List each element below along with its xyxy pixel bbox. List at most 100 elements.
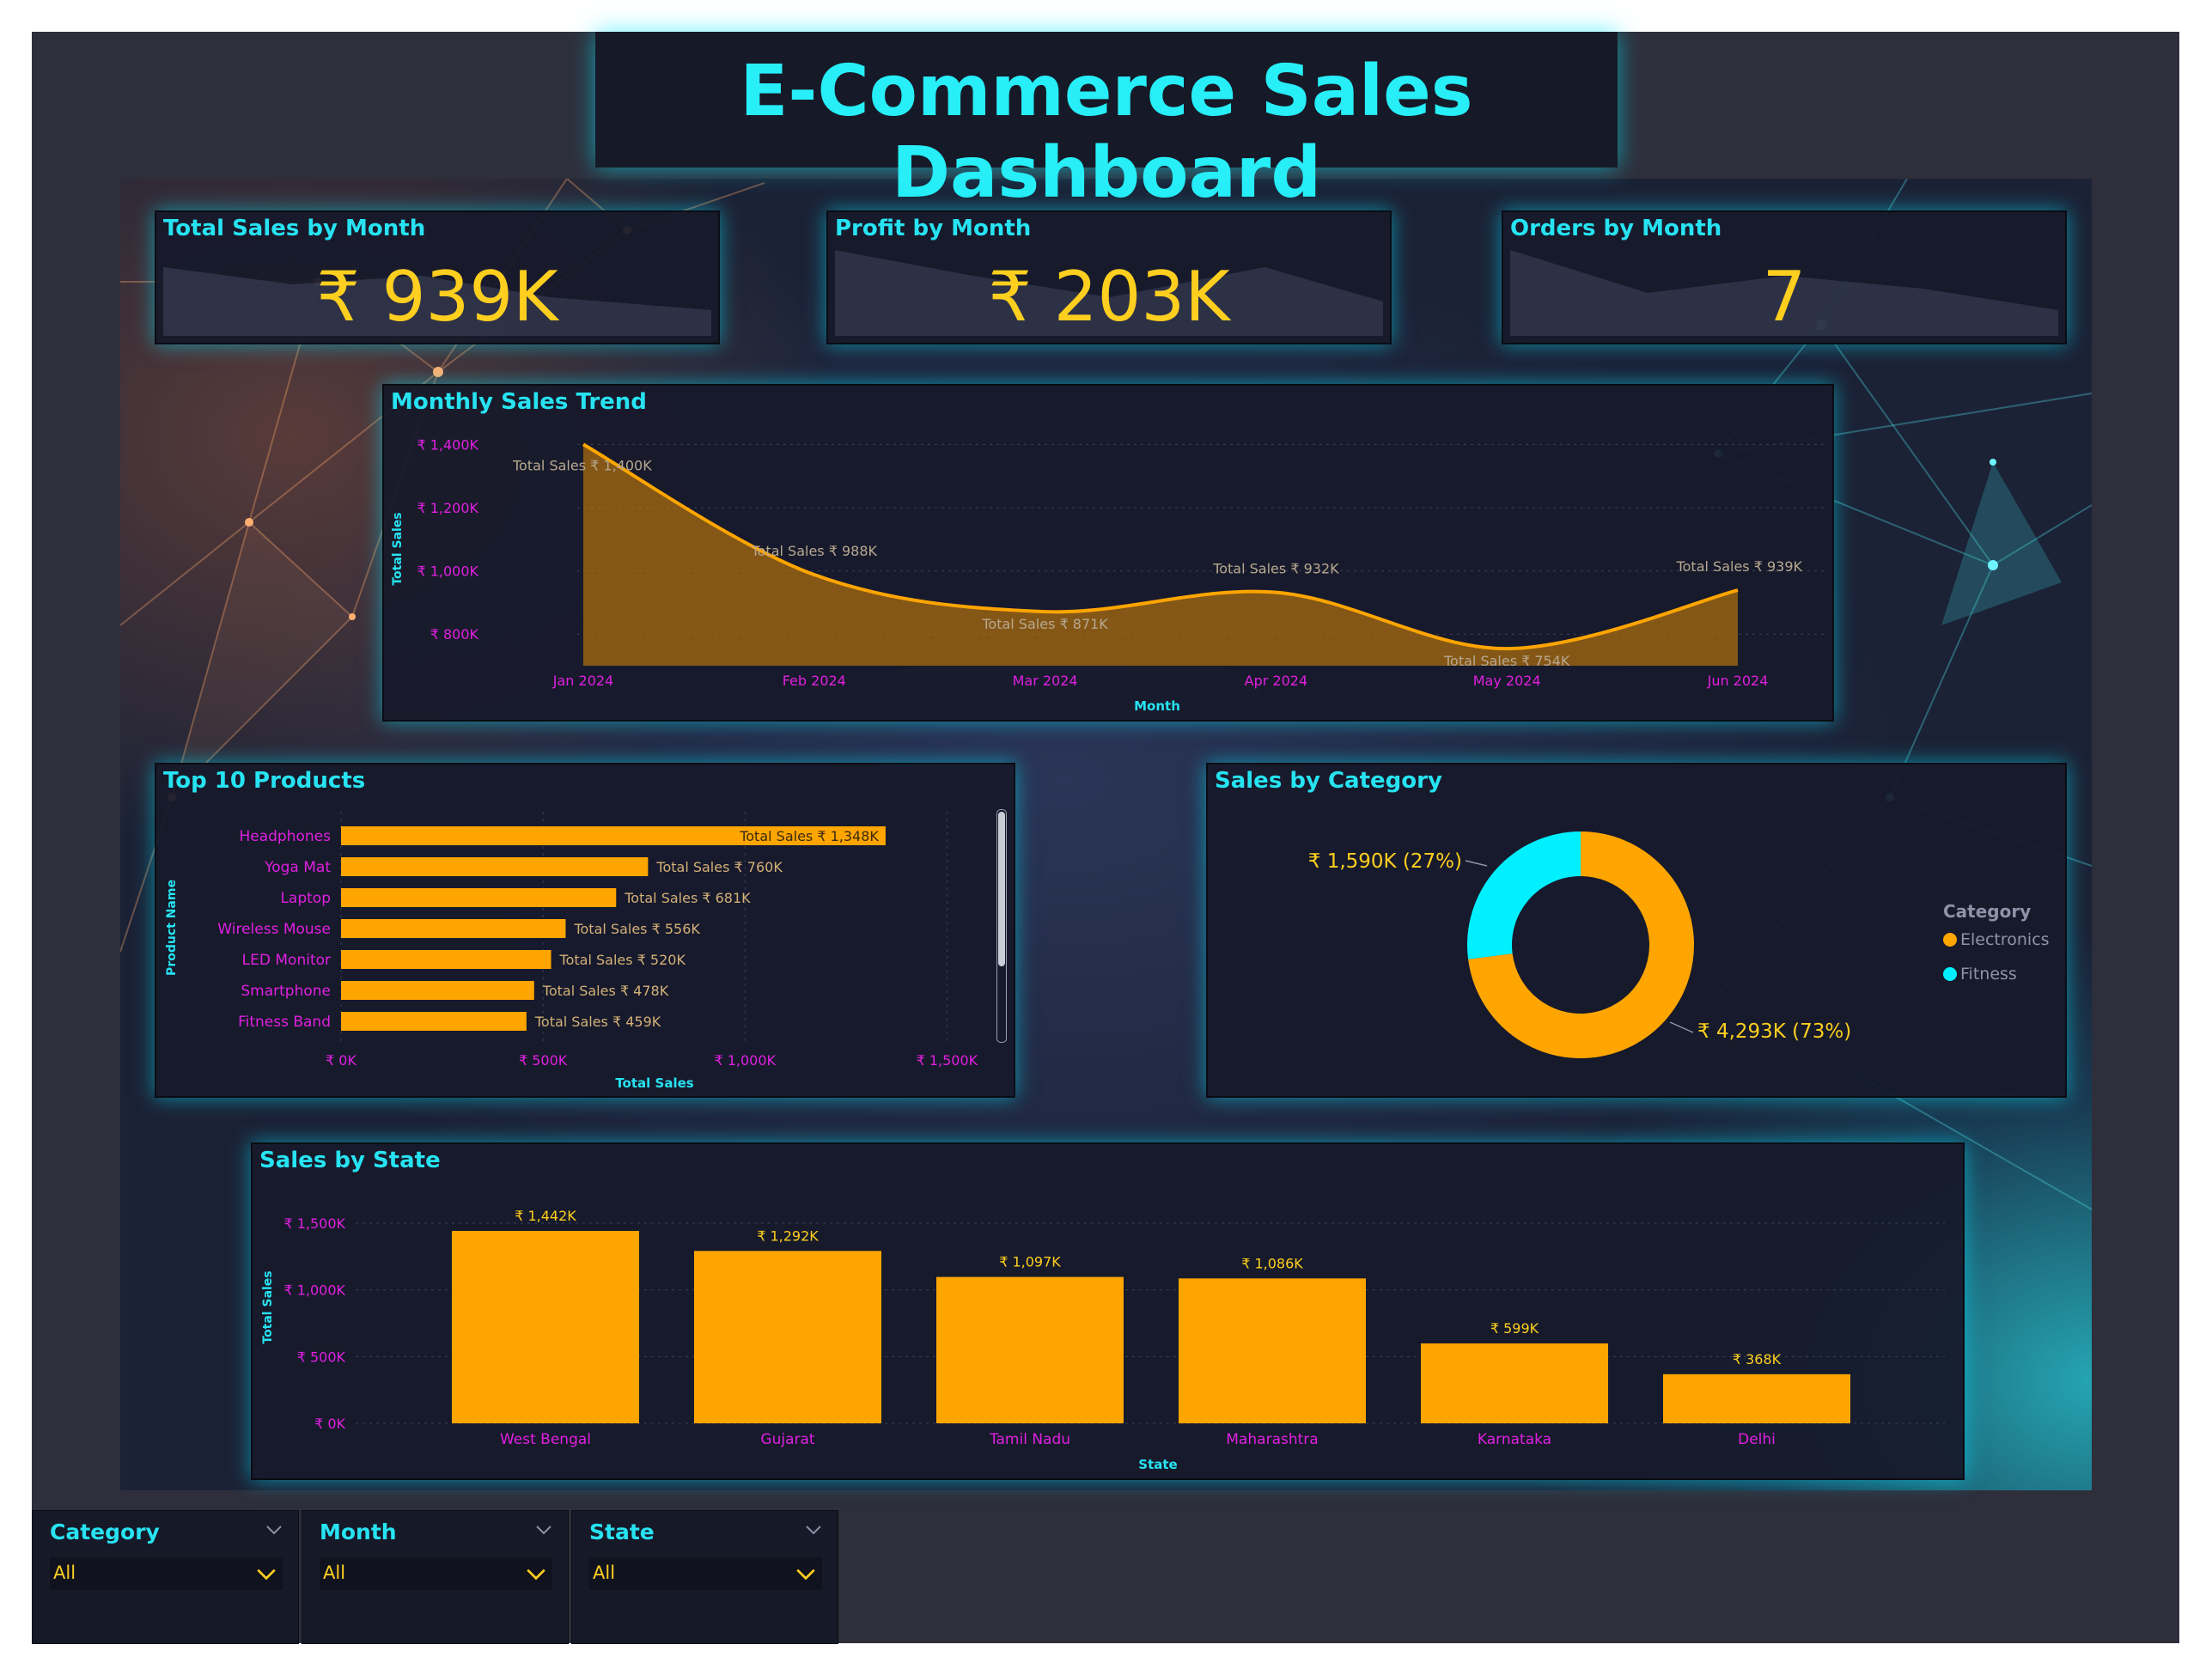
x-tick-label: Delhi: [1738, 1431, 1776, 1448]
data-label: Total Sales ₹ 478K: [542, 983, 669, 999]
sales-by-state-panel[interactable]: Sales by State ₹ 0K ₹ 500K ₹ 1,000K ₹ 1,500…: [251, 1142, 1965, 1480]
y-tick-label: ₹ 1,200K: [417, 500, 478, 516]
y-tick-label: ₹ 1,000K: [417, 563, 478, 580]
chevron-down-icon[interactable]: [795, 1562, 817, 1585]
bar: [341, 950, 551, 969]
slicer-dropdown[interactable]: All: [320, 1557, 552, 1590]
x-axis-title: State: [1138, 1457, 1177, 1472]
slicer-category[interactable]: Category All: [32, 1510, 299, 1644]
data-label: Total Sales ₹ 681K: [624, 890, 751, 906]
bar: [341, 888, 617, 907]
x-tick-label: ₹ 500K: [519, 1052, 568, 1069]
y-tick-label: Smartphone: [241, 983, 331, 1000]
data-label: Total Sales ₹ 459K: [534, 1014, 661, 1030]
slicer-value: All: [593, 1562, 616, 1583]
legend-marker: [1943, 933, 1957, 947]
legend-label: Fitness: [1960, 965, 2017, 984]
data-label: Total Sales ₹ 988K: [751, 543, 878, 559]
data-label: Total Sales ₹ 556K: [573, 921, 700, 937]
sales-by-category-panel[interactable]: Sales by Category ₹ 4,293K (73%) ₹ 1,590K…: [1206, 763, 2067, 1098]
slicer-dropdown[interactable]: All: [589, 1557, 822, 1590]
legend-marker: [1943, 967, 1957, 981]
x-tick-label: Maharashtra: [1226, 1431, 1318, 1448]
data-label: ₹ 368K: [1733, 1351, 1782, 1367]
y-tick-label: ₹ 1,000K: [283, 1282, 345, 1299]
slicer-label: Month: [320, 1520, 397, 1544]
dashboard-title-box: E-Commerce Sales Dashboard: [595, 32, 1618, 214]
x-tick-label: Tamil Nadu: [989, 1431, 1070, 1448]
data-label: ₹ 1,590K (27%): [1308, 850, 1462, 873]
data-label: ₹ 1,292K: [757, 1227, 819, 1244]
monthly-sales-trend-panel[interactable]: Monthly Sales Trend ₹ 800K ₹ 1,000K ₹ 1,20…: [382, 384, 1834, 722]
bar: [1179, 1278, 1366, 1423]
kpi-value: ₹ 203K: [988, 257, 1230, 337]
x-tick-label: Jun 2024: [1707, 673, 1769, 689]
kpi-card-orders[interactable]: Orders by Month 7: [1502, 210, 2067, 344]
kpi-card-profit[interactable]: Profit by Month ₹ 203K: [826, 210, 1392, 344]
chevron-down-icon[interactable]: [803, 1520, 824, 1540]
y-axis-title: Product Name: [165, 880, 179, 976]
chevron-down-icon[interactable]: [264, 1520, 284, 1540]
y-tick-label: Fitness Band: [238, 1014, 331, 1031]
y-tick-label: ₹ 500K: [297, 1349, 346, 1365]
x-tick-label: Karnataka: [1478, 1431, 1551, 1448]
legend-label: Electronics: [1960, 930, 2050, 949]
data-label: Total Sales ₹ 520K: [559, 952, 686, 968]
data-label: ₹ 1,097K: [999, 1254, 1061, 1270]
y-tick-label: Laptop: [280, 890, 331, 907]
bar: [1663, 1374, 1850, 1423]
y-tick-label: Wireless Mouse: [217, 921, 331, 938]
x-tick-label: ₹ 0K: [326, 1052, 356, 1069]
chevron-down-icon[interactable]: [533, 1520, 554, 1540]
x-tick-label: Apr 2024: [1245, 673, 1307, 689]
legend-title: Category: [1943, 901, 2031, 922]
scrollbar[interactable]: [996, 809, 1007, 1043]
y-axis-title: Total Sales: [391, 512, 405, 585]
top-products-chart: ₹ 0K ₹ 500K ₹ 1,000K ₹ 1,500K Headphones Tota…: [165, 812, 978, 1091]
page-title: E-Commerce Sales Dashboard: [740, 51, 1473, 214]
x-axis-title: Month: [1134, 698, 1180, 714]
kpi-card-total-sales[interactable]: Total Sales by Month ₹ 939K: [155, 210, 720, 344]
y-axis-title: Total Sales: [261, 1270, 275, 1343]
data-label: Total Sales ₹ 939K: [1676, 558, 1803, 575]
y-tick-label: ₹ 1,500K: [283, 1215, 345, 1232]
x-tick-label: West Bengal: [500, 1431, 591, 1448]
slicer-label: Category: [50, 1520, 160, 1544]
y-tick-label: ₹ 0K: [314, 1416, 345, 1432]
data-label: Total Sales ₹ 754K: [1443, 653, 1570, 669]
y-tick-label: LED Monitor: [242, 952, 331, 969]
kpi-value: ₹ 939K: [316, 257, 558, 337]
data-label: ₹ 599K: [1490, 1320, 1539, 1337]
x-tick-label: ₹ 1,500K: [917, 1052, 978, 1069]
x-tick-label: May 2024: [1473, 673, 1541, 689]
data-label: Total Sales ₹ 932K: [1212, 561, 1339, 577]
chevron-down-icon[interactable]: [525, 1562, 547, 1585]
x-tick-label: ₹ 1,000K: [714, 1052, 776, 1069]
data-label: Total Sales ₹ 760K: [655, 859, 783, 875]
y-tick-label: ₹ 800K: [430, 626, 479, 643]
leader-line: [1669, 1021, 1694, 1033]
x-tick-label: Gujarat: [760, 1431, 814, 1448]
top-products-panel[interactable]: Top 10 Products ₹ 0K ₹ 500K ₹ 1,000K ₹ 1,50…: [155, 763, 1015, 1098]
sales-by-category-chart: ₹ 4,293K (73%) ₹ 1,590K (27%) Category Elec…: [1308, 831, 2050, 1058]
bar: [341, 857, 649, 876]
slicer-month[interactable]: Month All: [302, 1510, 569, 1644]
chevron-down-icon[interactable]: [255, 1562, 277, 1585]
scrollbar-thumb[interactable]: [998, 812, 1005, 966]
donut-slice: [1467, 831, 1581, 959]
bar: [1421, 1343, 1608, 1423]
y-tick-label: ₹ 1,400K: [417, 436, 478, 453]
bar: [936, 1276, 1124, 1423]
data-label: Total Sales ₹ 1,400K: [512, 457, 652, 473]
kpi-value: 7: [1762, 257, 1807, 337]
x-tick-label: Feb 2024: [783, 673, 846, 689]
slicer-dropdown[interactable]: All: [50, 1557, 283, 1590]
bar: [341, 919, 566, 938]
slicer-value: All: [53, 1562, 76, 1583]
data-label: ₹ 1,442K: [515, 1208, 576, 1224]
y-tick-label: Yoga Mat: [264, 859, 331, 876]
slicer-value: All: [323, 1562, 346, 1583]
slicer-state[interactable]: State All: [571, 1510, 838, 1644]
y-tick-label: Headphones: [239, 828, 331, 845]
data-label: ₹ 1,086K: [1241, 1255, 1303, 1271]
